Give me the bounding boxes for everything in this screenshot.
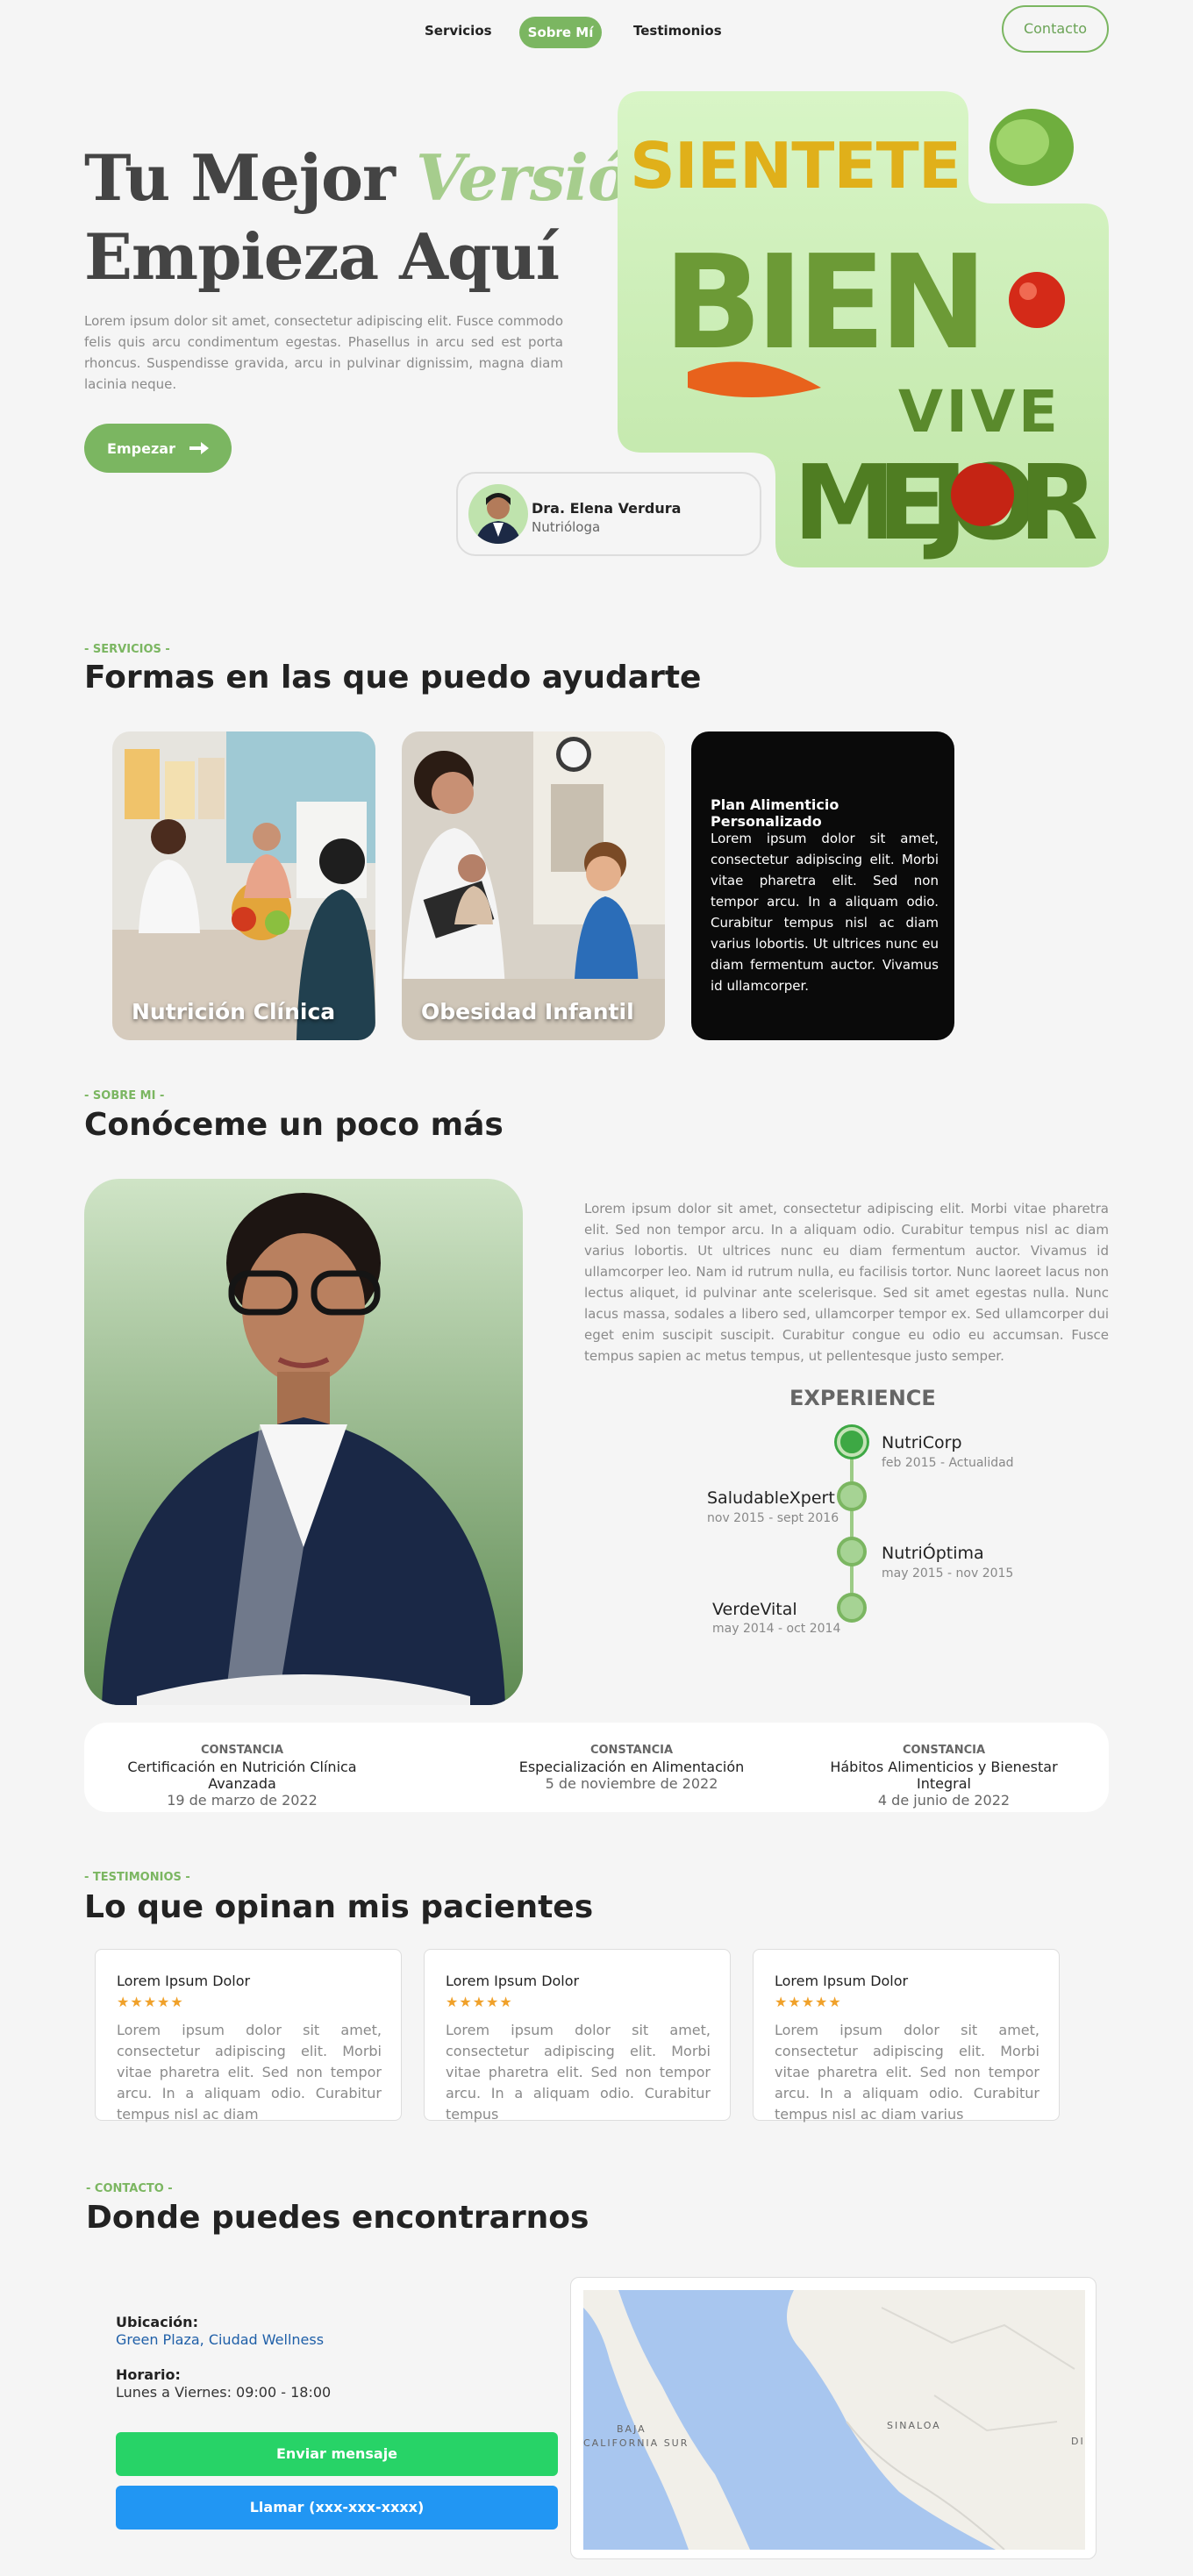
nav-link-sobre-mi[interactable]: Sobre Mí [519, 17, 602, 48]
star-rating-icon: ★★★★★ [446, 1994, 513, 2010]
map-image: BAJA CALIFORNIA SUR SINALOA DI [583, 2290, 1085, 2550]
contact-button[interactable]: Contacto [1002, 5, 1109, 53]
certificate-kind: CONSTANCIA [589, 1744, 674, 1757]
certificate-date: 19 de marzo de 2022 [167, 1792, 318, 1809]
send-message-button[interactable]: Enviar mensaje [116, 2432, 558, 2476]
experience-title: EXPERIENCE [789, 1386, 936, 1410]
hero-paragraph: Lorem ipsum dolor sit amet, consectetur … [84, 313, 563, 392]
testimonial-card: Lorem Ipsum Dolor ★★★★★ Lorem ipsum dolo… [95, 1949, 402, 2123]
timeline-dot-4 [837, 1593, 867, 1623]
certificate-item: CONSTANCIA Especialización en Alimentaci… [500, 1744, 763, 1792]
services-tag: - SERVICIOS - [84, 643, 170, 656]
testimonial-text: Lorem ipsum dolor sit amet, consectetur … [446, 2022, 711, 2123]
service-label-obesidad: Obesidad Infantil [421, 999, 634, 1024]
timeline-dot-2 [837, 1481, 867, 1511]
hero-image-word-2: BIEN [663, 227, 988, 378]
hero-image-word-3: VIVE [898, 378, 1058, 446]
map-label: DI [1071, 2436, 1085, 2447]
certificate-date: 4 de junio de 2022 [877, 1792, 1011, 1809]
certificate-item: CONSTANCIA Hábitos Alimenticios y Bienes… [804, 1744, 1084, 1809]
star-rating-icon: ★★★★★ [117, 1994, 184, 2010]
nav-link-servicios[interactable]: Servicios [425, 23, 492, 39]
hero-image-word-1: SIENTETE [630, 129, 963, 203]
certificate-name: Especialización en Alimentación [518, 1759, 745, 1775]
certificate-item: CONSTANCIA Certificación en Nutrición Cl… [111, 1744, 374, 1809]
experience-company-3: NutriÓptima [882, 1544, 984, 1563]
certificate-name: Hábitos Alimenticios y Bienestar Integra… [830, 1759, 1058, 1792]
contact-tag: - CONTACTO - [86, 2182, 173, 2195]
map-label: BAJA [617, 2423, 647, 2435]
testimonial-card: Lorem Ipsum Dolor ★★★★★ Lorem ipsum dolo… [753, 1949, 1060, 2123]
doctor-name: Dra. Elena Verdura [532, 500, 682, 517]
service-image-nutricion [112, 731, 375, 1040]
location-value[interactable]: Green Plaza, Ciudad Wellness [116, 2331, 324, 2348]
service-card-nutricion[interactable]: Nutrición Clínica [112, 731, 375, 1040]
start-button-label: Empezar [107, 439, 175, 457]
location-label: Ubicación: [116, 2314, 198, 2330]
testimonial-card: Lorem Ipsum Dolor ★★★★★ Lorem ipsum dolo… [424, 1949, 731, 2123]
map-label: CALIFORNIA SUR [583, 2437, 689, 2449]
certificate-name: Certificación en Nutrición Clínica Avanz… [127, 1759, 357, 1792]
service-image-obesidad [402, 731, 665, 1040]
experience-dates-3: may 2015 - nov 2015 [882, 1566, 1014, 1581]
contact-title: Donde puedes encontrarnos [86, 2200, 589, 2236]
doctor-avatar [468, 484, 528, 544]
about-paragraph: Lorem ipsum dolor sit amet, consectetur … [584, 1201, 1109, 1364]
testimonials-title: Lo que opinan mis pacientes [84, 1889, 594, 1925]
map[interactable]: BAJA CALIFORNIA SUR SINALOA DI [570, 2277, 1097, 2559]
hero-image-word-4: MEJOR [793, 442, 1098, 563]
doctor-card: Dra. Elena Verdura Nutrióloga [456, 472, 761, 556]
certificate-date: 5 de noviembre de 2022 [545, 1775, 718, 1792]
testimonial-name: Lorem Ipsum Dolor [117, 1973, 251, 1989]
certificate-kind: CONSTANCIA [902, 1744, 986, 1757]
map-label: SINALOA [887, 2420, 941, 2431]
services-title: Formas en las que puedo ayudarte [84, 660, 702, 696]
testimonial-text: Lorem ipsum dolor sit amet, consectetur … [117, 2022, 382, 2123]
certificates-bar: CONSTANCIA Certificación en Nutrición Cl… [84, 1723, 1109, 1812]
testimonial-name: Lorem Ipsum Dolor [775, 1973, 909, 1989]
arrow-right-icon [189, 442, 209, 454]
nav-link-testimonios[interactable]: Testimonios [633, 23, 722, 39]
testimonials-tag: - TESTIMONIOS - [84, 1871, 190, 1884]
service-plan-text: Lorem ipsum dolor sit amet, consectetur … [711, 831, 939, 994]
experience-company-2: SaludableXpert [707, 1488, 835, 1508]
experience-dates-1: feb 2015 - Actualidad [882, 1456, 1014, 1470]
hours-label: Horario: [116, 2366, 181, 2383]
hero-title-line1: Tu Mejor [84, 140, 396, 215]
experience-dates-4: may 2014 - oct 2014 [712, 1622, 841, 1636]
doctor-role: Nutrióloga [532, 519, 601, 535]
hero-title-line2: Empieza Aquí [84, 219, 560, 294]
timeline-dot-1 [837, 1427, 867, 1457]
about-photo [84, 1179, 523, 1705]
timeline-dot-3 [837, 1537, 867, 1566]
service-card-plan[interactable]: Plan Alimenticio Personalizado Lorem ips… [691, 731, 954, 1040]
hours-value: Lunes a Viernes: 09:00 - 18:00 [116, 2384, 332, 2401]
hero-title: Tu Mejor Versión Empieza Aquí [84, 139, 675, 296]
service-card-obesidad[interactable]: Obesidad Infantil [402, 731, 665, 1040]
testimonial-name: Lorem Ipsum Dolor [446, 1973, 580, 1989]
timeline-line [850, 1442, 854, 1609]
experience-company-4: VerdeVital [712, 1600, 797, 1619]
about-title: Conóceme un poco más [84, 1107, 504, 1143]
certificate-kind: CONSTANCIA [200, 1744, 284, 1757]
service-label-nutricion: Nutrición Clínica [132, 999, 336, 1024]
about-tag: - SOBRE MI - [84, 1089, 165, 1102]
experience-dates-2: nov 2015 - sept 2016 [707, 1511, 839, 1525]
experience-company-1: NutriCorp [882, 1433, 962, 1452]
service-plan-title: Plan Alimenticio Personalizado [711, 796, 839, 830]
star-rating-icon: ★★★★★ [775, 1994, 842, 2010]
call-button[interactable]: Llamar (xxx-xxx-xxxx) [116, 2486, 558, 2530]
start-button[interactable]: Empezar [84, 424, 232, 473]
testimonial-text: Lorem ipsum dolor sit amet, consectetur … [775, 2022, 1039, 2123]
tomato-icon [1009, 272, 1065, 328]
